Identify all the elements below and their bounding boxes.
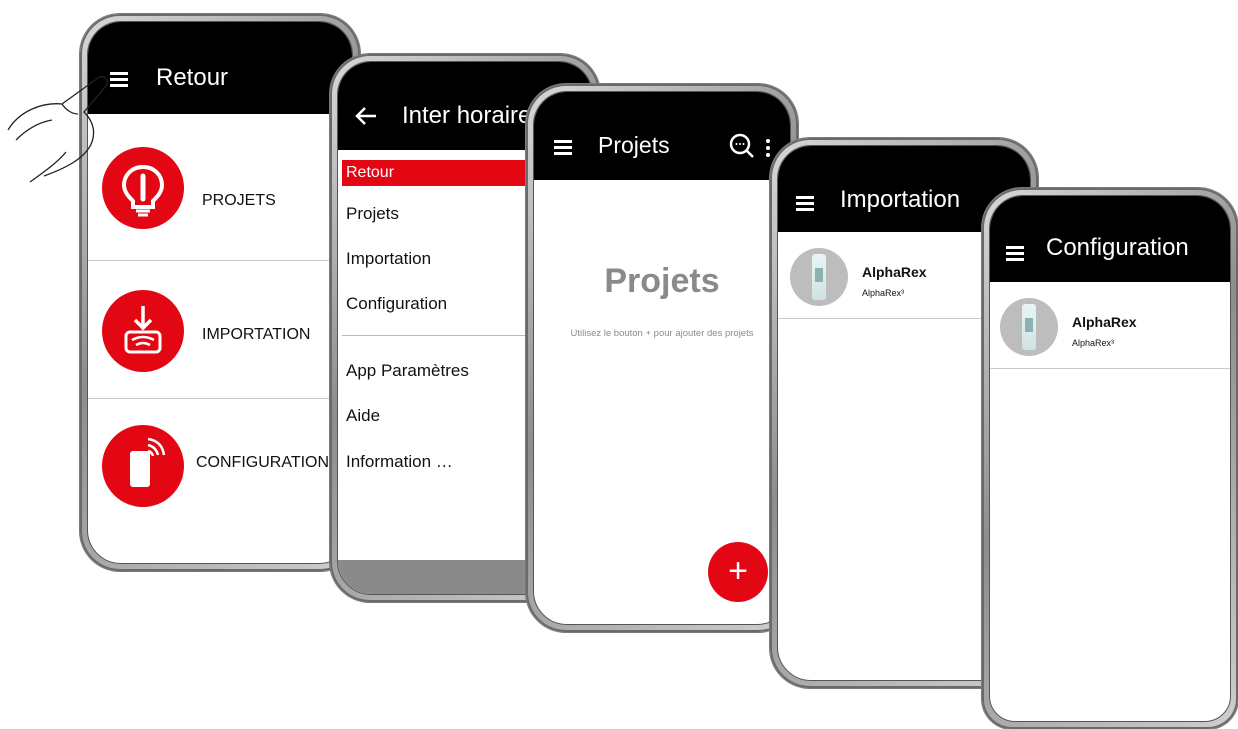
drawer-item-configuration[interactable]: Configuration xyxy=(346,294,447,314)
drawer-title: Inter horaire xyxy=(402,102,532,129)
device-signal-icon xyxy=(102,425,184,507)
phone-projects: Projets Projets Utilisez le bouton + pou… xyxy=(526,84,798,632)
device-name: AlphaRex xyxy=(862,264,927,280)
back-arrow-icon[interactable] xyxy=(354,106,378,126)
config-device-row[interactable]: AlphaRex AlphaRex³ xyxy=(990,292,1230,369)
device-name: AlphaRex xyxy=(1072,314,1137,330)
home-item-configuration[interactable]: CONFIGURATION xyxy=(88,398,352,536)
projects-topbar: Projets xyxy=(534,92,790,180)
drawer-item-aide[interactable]: Aide xyxy=(346,406,380,426)
home-item-label: CONFIGURATION xyxy=(196,454,330,471)
config-title: Configuration xyxy=(1046,234,1189,261)
drawer-item-app-parametres[interactable]: App Paramètres xyxy=(346,361,469,381)
home-title: Retour xyxy=(156,64,229,91)
projects-title: Projets xyxy=(598,132,670,158)
menu-icon[interactable] xyxy=(1006,246,1024,261)
home-item-label: IMPORTATION xyxy=(202,326,311,343)
projects-empty-heading: Projets xyxy=(604,262,720,300)
projects-empty-hint: Utilisez le bouton + pour ajouter des pr… xyxy=(570,328,754,339)
phone-config: Configuration AlphaRex AlphaRex³ xyxy=(982,188,1238,729)
menu-icon[interactable] xyxy=(796,196,814,211)
drawer-item-projets[interactable]: Projets xyxy=(346,204,399,224)
device-thumbnail xyxy=(790,248,848,306)
device-thumbnail xyxy=(1000,298,1058,356)
home-item-label: PROJETS xyxy=(202,192,276,209)
device-model: AlphaRex³ xyxy=(862,288,905,298)
config-screen: Configuration AlphaRex AlphaRex³ xyxy=(989,195,1231,722)
config-topbar: Configuration xyxy=(990,196,1230,282)
fab-plus-label: + xyxy=(728,552,748,590)
home-item-importation[interactable]: IMPORTATION xyxy=(88,260,352,399)
drawer-item-information[interactable]: Information … xyxy=(346,452,453,472)
menu-icon[interactable] xyxy=(554,140,572,155)
drawer-item-importation[interactable]: Importation xyxy=(346,249,431,269)
projects-screen: Projets Projets Utilisez le bouton + pou… xyxy=(533,91,791,625)
hand-pointer-icon xyxy=(7,76,108,183)
more-vert-icon[interactable] xyxy=(764,138,772,158)
drawer-item-label: Retour xyxy=(346,164,395,181)
import-title: Importation xyxy=(840,186,961,213)
search-icon[interactable] xyxy=(728,132,756,160)
device-model: AlphaRex³ xyxy=(1072,338,1115,348)
add-project-button[interactable]: + xyxy=(708,542,768,602)
download-wifi-icon xyxy=(102,290,184,372)
